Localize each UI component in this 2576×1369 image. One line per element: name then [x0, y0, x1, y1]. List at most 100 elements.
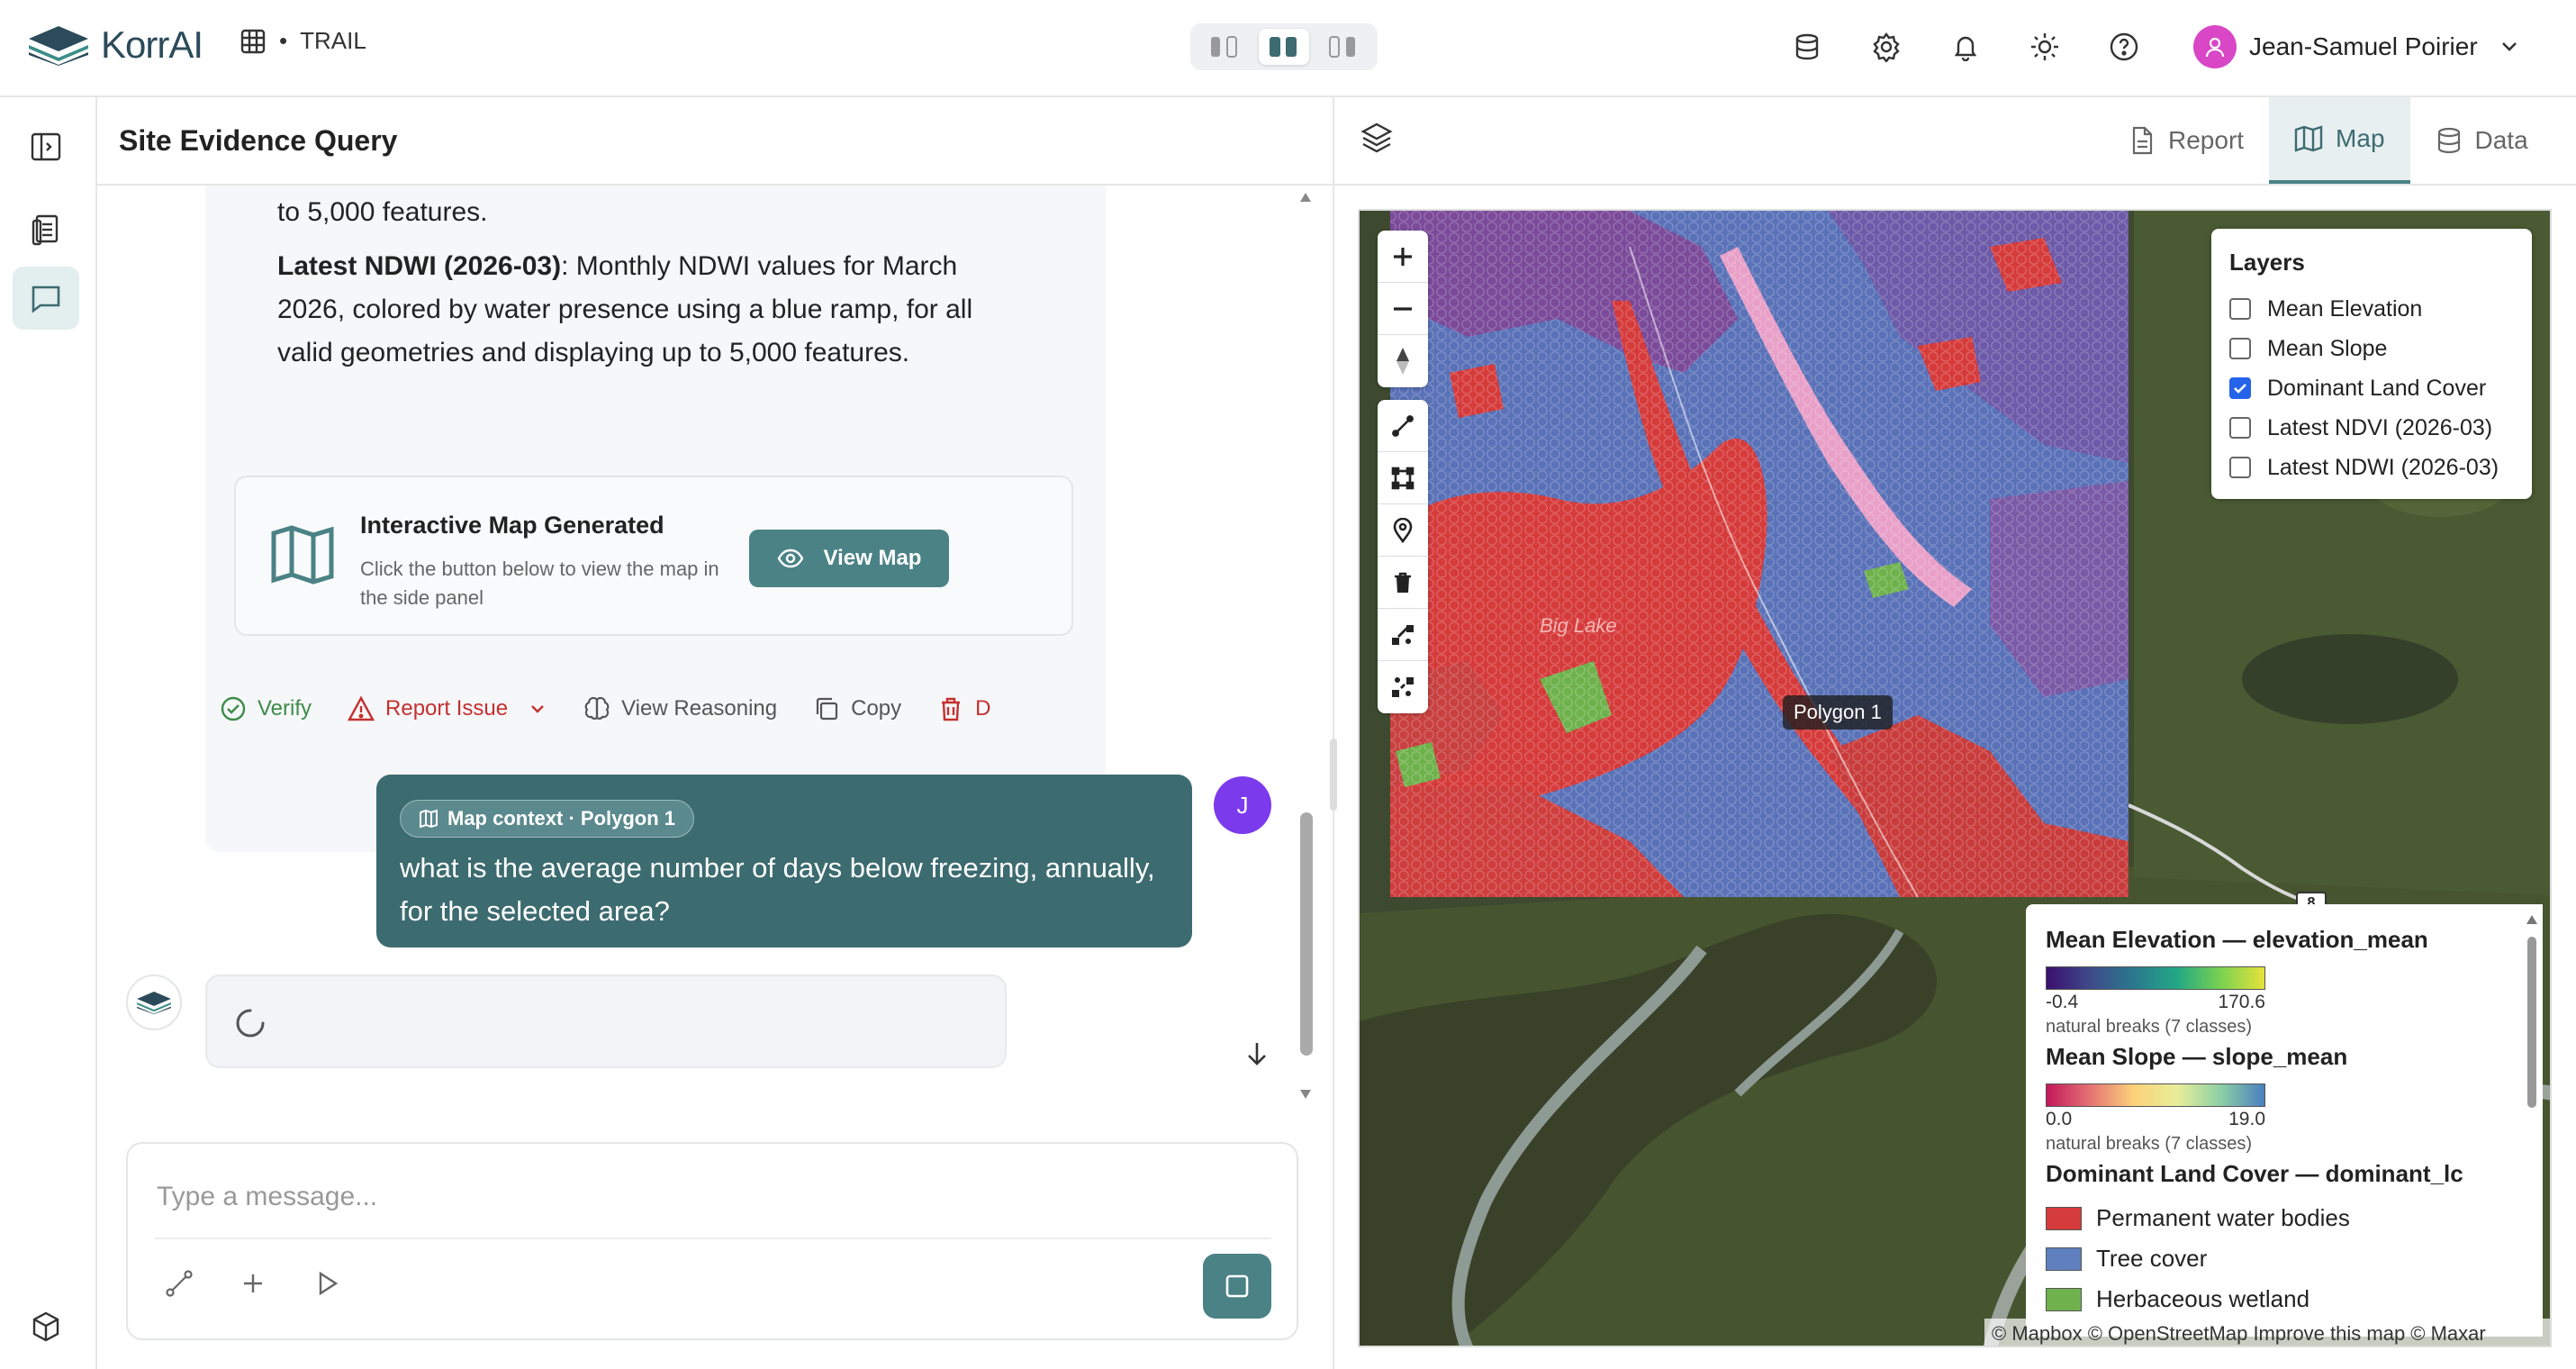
- view-map-button[interactable]: View Map: [749, 530, 949, 587]
- checkbox[interactable]: [2229, 338, 2251, 359]
- draw-polygon-button[interactable]: [1378, 452, 1428, 504]
- slope-min: 0.0: [2046, 1109, 2073, 1129]
- layer-toggle-landcover[interactable]: Dominant Land Cover: [2229, 368, 2514, 408]
- compass-button[interactable]: [1378, 335, 1428, 387]
- land-cover-hex-layer[interactable]: [1390, 211, 2129, 898]
- layout-left-button[interactable]: [1200, 29, 1251, 65]
- verify-button[interactable]: Verify: [220, 695, 312, 722]
- user-message: Map context · Polygon 1 what is the aver…: [376, 775, 1192, 947]
- checkbox-checked[interactable]: [2229, 377, 2251, 399]
- chevron-down-icon[interactable]: [528, 699, 547, 719]
- scroll-up-arrow-icon[interactable]: [2525, 913, 2539, 926]
- legend-scrollbar[interactable]: [2525, 913, 2539, 1328]
- warning-icon: [348, 695, 375, 721]
- tab-report[interactable]: Report: [2103, 97, 2269, 184]
- scrollbar-thumb[interactable]: [1300, 812, 1313, 1056]
- scroll-to-bottom-button[interactable]: [1243, 1039, 1271, 1073]
- layout-right-icon: [1329, 36, 1356, 58]
- help-icon[interactable]: [2104, 27, 2144, 67]
- splitter-handle[interactable]: [1327, 739, 1340, 811]
- user-message-avatar: J: [1214, 776, 1271, 834]
- reports-nav-button[interactable]: [13, 198, 79, 261]
- layout-split-button[interactable]: [1258, 29, 1309, 65]
- user-menu[interactable]: Jean-Samuel Poirier: [2193, 25, 2521, 68]
- stack-logo-icon: [137, 992, 171, 1015]
- draw-line-button[interactable]: [1378, 400, 1428, 452]
- layer-toggle-ndwi[interactable]: Latest NDWI (2026-03): [2229, 448, 2514, 487]
- ndwi-paragraph: Latest NDWI (2026-03): Monthly NDWI valu…: [277, 245, 998, 375]
- view-map-label: View Map: [823, 546, 922, 570]
- top-bar: KorrAI • TRAIL Jean-Samuel Poirier: [0, 0, 2576, 97]
- checkbox[interactable]: [2229, 417, 2251, 439]
- database-icon[interactable]: [1787, 27, 1827, 67]
- cube-icon: [32, 1311, 59, 1342]
- user-avatar: [2193, 25, 2237, 68]
- tab-data[interactable]: Data: [2410, 97, 2553, 184]
- legend-landcover-title: Dominant Land Cover — dominant_lc: [2046, 1160, 2463, 1187]
- scroll-up-arrow-icon[interactable]: [1298, 191, 1313, 204]
- checkbox[interactable]: [2229, 457, 2251, 478]
- panel-splitter[interactable]: [1333, 97, 1334, 1369]
- tab-data-label: Data: [2474, 126, 2528, 154]
- message-composer: [126, 1142, 1298, 1340]
- map-context-label: Map context · Polygon 1: [447, 807, 676, 830]
- layout-split-icon: [1269, 37, 1297, 57]
- stop-button[interactable]: [1203, 1254, 1271, 1319]
- map-icon: [271, 525, 334, 585]
- add-attachment-button[interactable]: [238, 1268, 268, 1303]
- scroll-down-arrow-icon[interactable]: [1298, 1088, 1313, 1101]
- trash-icon: [1395, 572, 1411, 593]
- map-context-pill[interactable]: Map context · Polygon 1: [400, 800, 695, 838]
- class-label: Herbaceous wetland: [2096, 1285, 2310, 1312]
- chevron-down-icon: [2501, 42, 2517, 51]
- report-issue-button[interactable]: Report Issue: [348, 695, 547, 722]
- zoom-in-button[interactable]: [1378, 231, 1428, 283]
- eye-icon: [777, 549, 803, 568]
- map-view[interactable]: Big Lake Polygon 1 8 Layers Mean Elevati…: [1358, 209, 2552, 1347]
- draw-point-button[interactable]: [1378, 504, 1428, 557]
- grid-icon: [240, 29, 266, 53]
- chat-scrollbar[interactable]: [1297, 191, 1315, 1108]
- layer-toggle-slope[interactable]: Mean Slope: [2229, 329, 2514, 368]
- ndwi-label: Latest NDWI (2026-03): [277, 251, 562, 281]
- combine-icon: [1392, 624, 1414, 645]
- toggle-sidebar-button[interactable]: [13, 115, 79, 178]
- zoom-out-button[interactable]: [1378, 283, 1428, 335]
- view-reasoning-label: View Reasoning: [621, 696, 778, 721]
- delete-button[interactable]: D: [937, 695, 991, 722]
- copy-icon: [817, 697, 838, 721]
- slope-max: 19.0: [2228, 1109, 2265, 1129]
- app-logo[interactable]: KorrAI: [27, 23, 203, 67]
- tab-report-label: Report: [2168, 126, 2245, 154]
- layer-toggle-elevation[interactable]: Mean Elevation: [2229, 289, 2514, 329]
- sun-icon[interactable]: [2025, 27, 2065, 67]
- copy-button[interactable]: Copy: [813, 695, 901, 722]
- layout-right-button[interactable]: [1317, 29, 1368, 65]
- view-reasoning-button[interactable]: View Reasoning: [583, 695, 777, 722]
- map-attribution[interactable]: © Mapbox © OpenStreetMap Improve this ma…: [1984, 1319, 2550, 1346]
- path-icon: [166, 1270, 193, 1297]
- message-input[interactable]: [157, 1174, 1237, 1219]
- chat-nav-button[interactable]: [13, 267, 79, 330]
- gear-icon[interactable]: [1866, 27, 1906, 67]
- spinner-icon: [236, 1009, 265, 1038]
- legend-scroll-thumb[interactable]: [2527, 937, 2536, 1108]
- panel-layers-button[interactable]: [1360, 121, 1394, 159]
- bell-icon[interactable]: [1946, 27, 1985, 67]
- tab-map[interactable]: Map: [2269, 97, 2410, 184]
- layer-toggle-ndvi[interactable]: Latest NDVI (2026-03): [2229, 408, 2514, 448]
- map-card-subtitle: Click the button below to view the map i…: [360, 558, 719, 609]
- workspace-selector[interactable]: • TRAIL: [240, 27, 366, 55]
- delete-shape-button[interactable]: [1378, 557, 1428, 609]
- run-button[interactable]: [312, 1268, 342, 1303]
- combine-shapes-button[interactable]: [1378, 609, 1428, 661]
- uncombine-shapes-button[interactable]: [1378, 661, 1428, 713]
- polygon-draw-icon: [1391, 467, 1415, 489]
- path-tool-button[interactable]: [164, 1268, 194, 1303]
- page-title: Site Evidence Query: [119, 124, 398, 157]
- package-nav-button[interactable]: [13, 1295, 79, 1358]
- map-generated-card: Interactive Map Generated Click the butt…: [234, 476, 1073, 636]
- checkbox[interactable]: [2229, 298, 2251, 320]
- polygon-tooltip: Polygon 1: [1783, 695, 1893, 730]
- map-pin-icon: [1393, 517, 1413, 543]
